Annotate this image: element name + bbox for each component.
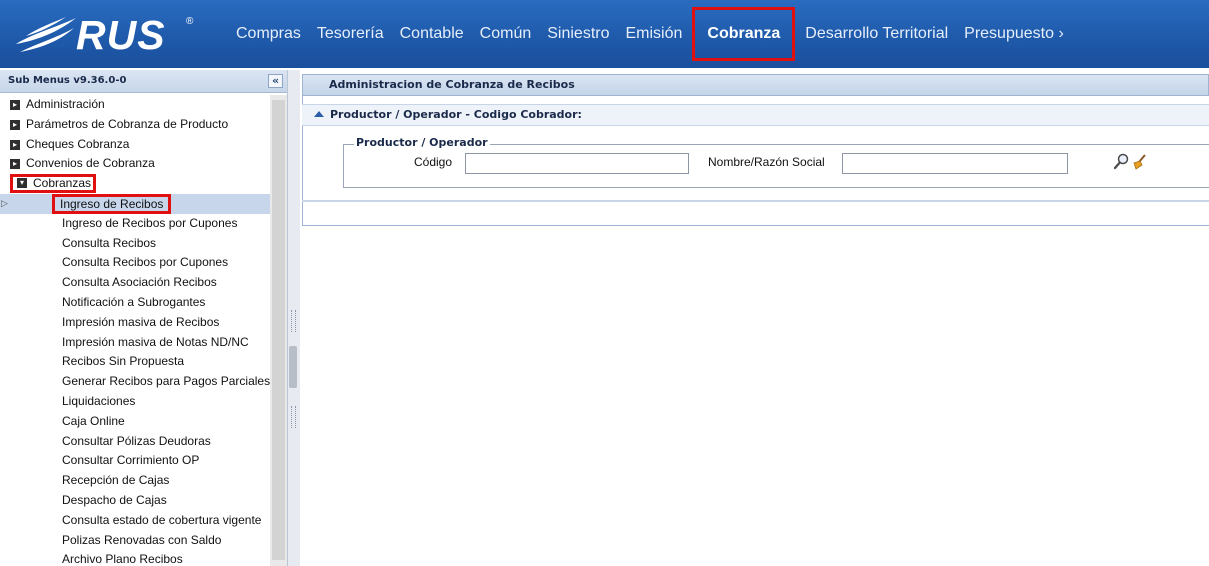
tree-item-label: Consulta estado de cobertura vigente xyxy=(62,512,262,527)
nav-siniestro[interactable]: Siniestro xyxy=(539,24,617,44)
nav-desarrollo-territorial[interactable]: Desarrollo Territorial xyxy=(797,24,956,44)
tree-item[interactable]: Consulta Asociación Recibos xyxy=(0,273,270,293)
sidebar-header: Sub Menus v9.36.0-0 « xyxy=(0,70,287,93)
clear-broom-icon[interactable] xyxy=(1131,153,1147,174)
nombre-label: Nombre/Razón Social xyxy=(708,155,825,169)
splitter-grip-icon xyxy=(291,310,296,332)
tree-item-label: Caja Online xyxy=(62,413,125,428)
tree-item[interactable]: Consulta Recibos xyxy=(0,234,270,254)
tree-item-label: Ingreso de Recibos xyxy=(52,193,172,214)
panel-title: Administracion de Cobranza de Recibos xyxy=(302,74,1209,96)
search-icon[interactable] xyxy=(1113,153,1129,174)
tree-group-convenios[interactable]: ▸ Convenios de Cobranza xyxy=(0,154,270,174)
tree-item-label: Consulta Asociación Recibos xyxy=(62,275,217,290)
tree-item[interactable]: Consultar Pólizas Deudoras xyxy=(0,432,270,452)
panel-divider xyxy=(302,200,1209,202)
tree-group-label: Cheques Cobranza xyxy=(26,136,130,151)
cobranzas-highlight: ▾ Cobranzas xyxy=(10,174,97,194)
logo-swoosh-icon xyxy=(16,17,76,52)
tree-item-label: Recibos Sin Propuesta xyxy=(62,354,185,369)
sidebar-splitter[interactable] xyxy=(288,70,300,566)
nav-presupuesto[interactable]: Presupuesto › xyxy=(956,24,1072,44)
tree-group-cheques[interactable]: ▸ Cheques Cobranza xyxy=(0,135,270,155)
tree-group-cobranzas[interactable]: ▾ Cobranzas xyxy=(0,174,270,194)
tree-item-label: Consultar Pólizas Deudoras xyxy=(62,433,211,448)
expand-icon[interactable]: ▸ xyxy=(10,100,20,110)
tree-group-parametros[interactable]: ▸ Parámetros de Cobranza de Producto xyxy=(0,115,270,135)
tree-item-label: Polizas Renovadas con Saldo xyxy=(62,532,222,547)
rus-logo[interactable]: RUS ® xyxy=(14,12,204,58)
tree-item[interactable]: Consultar Corrimiento OP xyxy=(0,451,270,471)
expand-icon[interactable]: ▸ xyxy=(10,119,20,130)
splitter-collapse-handle[interactable] xyxy=(289,346,297,388)
tree-item[interactable]: Despacho de Cajas xyxy=(0,491,270,511)
tree-item[interactable]: Notificación a Subrogantes xyxy=(0,293,270,313)
tree-item-label: Consulta Recibos por Cupones xyxy=(62,255,229,270)
sidebar-title: Sub Menus v9.36.0-0 xyxy=(8,75,127,86)
tree-item[interactable]: Caja Online xyxy=(0,412,270,432)
nav-emision[interactable]: Emisión xyxy=(617,24,690,44)
nav-cobranza[interactable]: Cobranza xyxy=(692,7,796,61)
tree-item-label: Consultar Corrimiento OP xyxy=(62,453,200,468)
main-nav: Compras Tesorería Contable Común Siniest… xyxy=(228,0,1072,68)
nombre-razon-social-input[interactable] xyxy=(842,153,1068,174)
tree-item[interactable]: Consulta estado de cobertura vigente xyxy=(0,511,270,531)
submenu-tree: ▸ Administración ▸ Parámetros de Cobranz… xyxy=(0,95,270,566)
tree-item-label: Despacho de Cajas xyxy=(62,492,167,507)
tree-group-administracion[interactable]: ▸ Administración xyxy=(0,95,270,115)
logo-registered-mark: ® xyxy=(186,16,194,27)
tree-item-label: Notificación a Subrogantes xyxy=(62,294,206,309)
logo-text: RUS xyxy=(76,12,166,58)
submenu-sidebar: Sub Menus v9.36.0-0 « ▸ Administración ▸… xyxy=(0,70,288,566)
tree-item[interactable]: Generar Recibos para Pagos Parciales xyxy=(0,372,270,392)
tree-group-label: Convenios de Cobranza xyxy=(26,156,155,171)
fieldset-legend: Productor / Operador xyxy=(354,136,490,150)
nav-tesoreria[interactable]: Tesorería xyxy=(309,24,392,44)
tree-item[interactable]: Ingreso de Recibos por Cupones xyxy=(0,214,270,234)
tree-item-label: Consulta Recibos xyxy=(62,235,157,250)
collapse-icon[interactable]: ▾ xyxy=(17,178,27,189)
collapse-section-icon[interactable] xyxy=(314,111,324,117)
tree-item-ingreso-de-recibos[interactable]: ▷ Ingreso de Recibos xyxy=(0,193,270,214)
tree-item[interactable]: Impresión masiva de Recibos xyxy=(0,313,270,333)
tree-item-label: Impresión masiva de Notas ND/NC xyxy=(62,334,249,349)
tree-item-label: Generar Recibos para Pagos Parciales xyxy=(62,374,270,389)
top-navigation-bar: RUS ® Compras Tesorería Contable Común S… xyxy=(0,0,1209,68)
nav-comun[interactable]: Común xyxy=(472,24,540,44)
splitter-grip-icon xyxy=(291,406,296,428)
tree-group-label: Parámetros de Cobranza de Producto xyxy=(26,116,229,131)
tree-item[interactable]: Liquidaciones xyxy=(0,392,270,412)
tree-group-label: Administración xyxy=(26,97,105,111)
scrollbar-thumb[interactable] xyxy=(272,100,285,560)
tree-item[interactable]: Recepción de Cajas xyxy=(0,471,270,491)
tree-item[interactable]: Polizas Renovadas con Saldo xyxy=(0,531,270,551)
tree-item[interactable]: Impresión masiva de Notas ND/NC xyxy=(0,333,270,353)
expand-icon[interactable]: ▸ xyxy=(10,159,20,170)
tree-item-label: Recepción de Cajas xyxy=(62,473,170,488)
nav-contable[interactable]: Contable xyxy=(392,24,472,44)
collapse-sidebar-button[interactable]: « xyxy=(268,74,283,88)
tree-group-label: Cobranzas xyxy=(33,176,92,191)
section-header[interactable]: Productor / Operador - Codigo Cobrador: xyxy=(302,104,1209,126)
tree-item-label: Ingreso de Recibos por Cupones xyxy=(62,215,238,230)
section-title: Productor / Operador - Codigo Cobrador: xyxy=(330,108,582,121)
expand-icon[interactable]: ▸ xyxy=(10,139,20,150)
tree-item-label: Archivo Plano Recibos xyxy=(62,552,183,566)
tree-item[interactable]: Recibos Sin Propuesta xyxy=(0,352,270,372)
codigo-label: Código xyxy=(414,155,453,169)
tree-item[interactable]: Consulta Recibos por Cupones xyxy=(0,253,270,273)
sidebar-scrollbar[interactable]: ▲ xyxy=(270,95,287,566)
codigo-input[interactable] xyxy=(465,153,689,174)
tree-item[interactable]: Archivo Plano Recibos xyxy=(0,550,270,566)
current-item-arrow-icon: ▷ xyxy=(1,197,8,208)
tree-item-label: Impresión masiva de Recibos xyxy=(62,314,220,329)
nav-compras[interactable]: Compras xyxy=(228,24,309,44)
tree-item-label: Liquidaciones xyxy=(62,393,136,408)
